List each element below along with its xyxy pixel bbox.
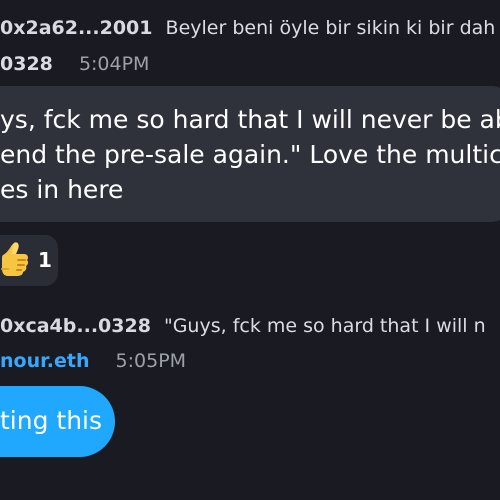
thumbs-up-icon [1, 242, 29, 276]
message-header: nour.eth 5:05PM [0, 347, 186, 375]
reply-preview[interactable]: 0xca4b...0328 "Guys, fck me so hard that… [0, 312, 486, 340]
message-header: 0328 5:04PM [0, 50, 149, 78]
message-text: ys, fck me so hard that I will never be … [0, 102, 500, 207]
reply-sender: 0xca4b...0328 [0, 315, 151, 337]
reply-sender: 0x2a62...2001 [0, 17, 153, 39]
message-line: es in here [0, 175, 124, 204]
message-timestamp: 5:04PM [78, 53, 150, 75]
message-text: ting this [0, 406, 103, 435]
outgoing-message-bubble[interactable]: ting this [0, 386, 115, 457]
reply-text: "Guys, fck me so hard that I will n [163, 315, 486, 337]
message-author[interactable]: nour.eth [0, 347, 89, 375]
message-author[interactable]: 0328 [0, 50, 53, 78]
chat-conversation: 0x2a62...2001 Beyler beni öyle bir sikin… [0, 0, 500, 500]
reaction-count: 1 [38, 248, 52, 272]
reply-preview[interactable]: 0x2a62...2001 Beyler beni öyle bir sikin… [0, 14, 495, 42]
message-line: ys, fck me so hard that I will never be … [0, 105, 500, 134]
message-line: end the pre-sale again." Love the multic… [0, 140, 500, 169]
message-timestamp: 5:05PM [115, 350, 187, 372]
reply-text: Beyler beni öyle bir sikin ki bir dah [165, 17, 496, 39]
message-bubble[interactable]: ys, fck me so hard that I will never be … [0, 86, 500, 222]
reaction-pill[interactable]: 1 [0, 235, 58, 286]
